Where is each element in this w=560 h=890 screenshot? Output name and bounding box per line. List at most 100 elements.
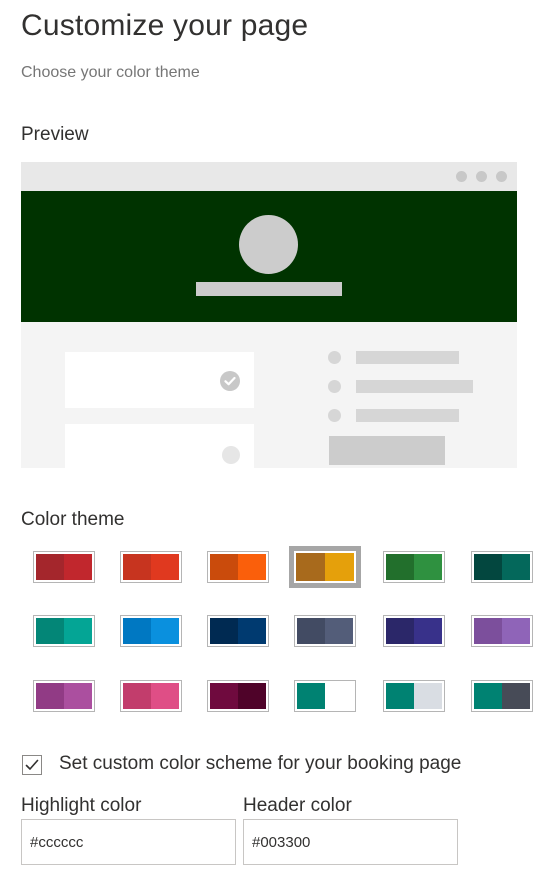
header-color-label: Header color (243, 795, 352, 816)
preview-service-card (65, 352, 254, 408)
preview-detail-line (356, 380, 473, 393)
swatch-fill (123, 618, 179, 644)
swatch-orange[interactable] (207, 551, 269, 583)
preview-service-card (65, 424, 254, 468)
swatch-fill (210, 554, 266, 580)
preview-panel (21, 162, 517, 468)
color-theme-label: Color theme (21, 509, 125, 530)
swatch-color-half (297, 683, 325, 709)
swatch-color-half (386, 683, 414, 709)
page-subtitle: Choose your color theme (21, 64, 200, 81)
swatch-lavender[interactable] (471, 615, 533, 647)
swatch-color-half (386, 554, 414, 580)
swatch-fill (386, 554, 442, 580)
swatch-fill (210, 683, 266, 709)
swatch-color-half (502, 554, 530, 580)
swatch-color-half (386, 618, 414, 644)
swatch-fill (474, 618, 530, 644)
swatch-plum[interactable] (207, 680, 269, 712)
swatch-fill (36, 554, 92, 580)
swatch-fill (36, 683, 92, 709)
swatch-fill (123, 554, 179, 580)
swatch-color-half (36, 618, 64, 644)
swatch-color-half (238, 618, 266, 644)
swatch-teal-lightgray[interactable] (383, 680, 445, 712)
swatch-color-half (238, 683, 266, 709)
preview-book-button (329, 436, 445, 465)
swatch-color-half (123, 683, 151, 709)
swatch-indigo[interactable] (383, 615, 445, 647)
swatch-fill (36, 618, 92, 644)
swatch-slate[interactable] (294, 615, 356, 647)
preview-header-band (21, 191, 517, 322)
swatch-color-half (414, 618, 442, 644)
circle-icon (222, 446, 240, 464)
swatch-fill (210, 618, 266, 644)
swatch-blue[interactable] (120, 615, 182, 647)
swatch-color-half (64, 554, 92, 580)
swatch-color-half (474, 554, 502, 580)
swatch-dark-teal[interactable] (471, 551, 533, 583)
swatch-fill (123, 683, 179, 709)
swatch-fill (386, 618, 442, 644)
swatch-color-half (414, 554, 442, 580)
swatch-navy[interactable] (207, 615, 269, 647)
preview-name-placeholder (196, 282, 342, 296)
window-dot-icon (476, 171, 487, 182)
swatch-pink[interactable] (120, 680, 182, 712)
swatch-gold[interactable] (289, 546, 361, 588)
swatch-color-half (414, 683, 442, 709)
swatch-green[interactable] (383, 551, 445, 583)
header-color-input[interactable] (243, 819, 458, 865)
swatch-color-half (36, 554, 64, 580)
preview-avatar (239, 215, 298, 274)
swatch-color-half (210, 554, 238, 580)
swatch-color-half (210, 618, 238, 644)
swatch-color-half (123, 618, 151, 644)
swatch-color-half (36, 683, 64, 709)
page-title: Customize your page (21, 9, 309, 42)
swatch-fill (296, 553, 354, 581)
swatch-color-half (474, 618, 502, 644)
swatch-fill (297, 683, 353, 709)
preview-window-bar (21, 162, 517, 191)
preview-label: Preview (21, 124, 89, 145)
swatch-color-half (502, 618, 530, 644)
preview-bullet (328, 409, 341, 422)
swatch-purple[interactable] (33, 680, 95, 712)
swatch-dark-red[interactable] (33, 551, 95, 583)
highlight-color-input[interactable] (21, 819, 236, 865)
swatch-color-half (151, 683, 179, 709)
swatch-color-half (238, 554, 266, 580)
swatch-color-half (123, 554, 151, 580)
swatch-color-half (297, 618, 325, 644)
swatch-red[interactable] (120, 551, 182, 583)
window-dot-icon (456, 171, 467, 182)
swatch-color-half (64, 683, 92, 709)
swatch-teal-charcoal[interactable] (471, 680, 533, 712)
swatch-color-half (325, 618, 353, 644)
swatch-color-half (325, 683, 353, 709)
swatch-fill (386, 683, 442, 709)
swatch-color-half (325, 553, 354, 581)
swatch-teal[interactable] (33, 615, 95, 647)
highlight-color-label: Highlight color (21, 795, 142, 816)
custom-scheme-label: Set custom color scheme for your booking… (59, 753, 462, 774)
swatch-fill (474, 554, 530, 580)
swatch-teal-white[interactable] (294, 680, 356, 712)
swatch-fill (474, 683, 530, 709)
swatch-color-half (151, 554, 179, 580)
swatch-color-half (474, 683, 502, 709)
preview-detail-line (356, 409, 459, 422)
custom-scheme-checkbox[interactable] (22, 755, 42, 775)
swatch-color-half (296, 553, 325, 581)
swatch-fill (297, 618, 353, 644)
checkmark-circle-icon (220, 371, 240, 391)
swatch-color-half (151, 618, 179, 644)
window-dot-icon (496, 171, 507, 182)
swatch-color-half (210, 683, 238, 709)
swatch-color-half (502, 683, 530, 709)
swatch-color-half (64, 618, 92, 644)
preview-detail-line (356, 351, 459, 364)
preview-bullet (328, 380, 341, 393)
